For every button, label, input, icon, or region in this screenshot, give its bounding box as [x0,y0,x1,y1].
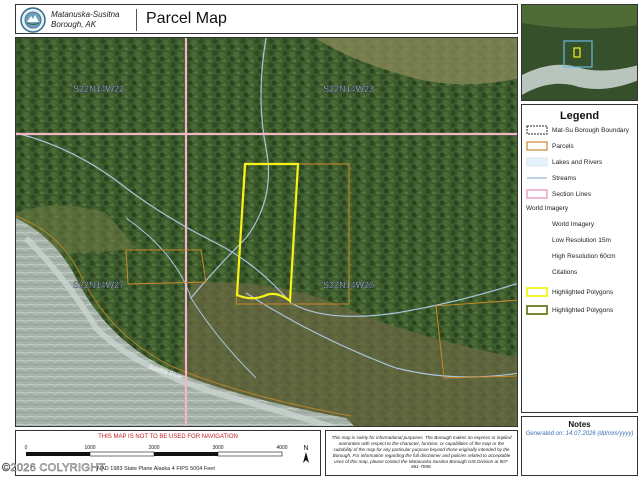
north-arrow-icon [303,452,309,463]
legend-item-citations: Citations [552,269,577,276]
org-name-line2: Borough, AK [51,20,97,29]
section-label-4: S22N14W26 [323,280,374,290]
legend-label: Mat-Su Borough Boundary [552,126,629,134]
borough-seal-icon [20,7,46,33]
scale-tick-0: 0 [25,445,28,451]
section-lines-swatch [526,189,548,199]
legend-panel: Legend Mat-Su Borough Boundary Parcels L… [521,104,638,413]
legend-item-borough-boundary: Mat-Su Borough Boundary [526,125,629,135]
legend-item-parcels: Parcels [526,141,574,151]
legend-item-highlighted-polygons-yellow: Highlighted Polygons [526,287,613,297]
legend-item-highlighted-polygons-olive: Highlighted Polygons [526,305,613,315]
main-map-frame[interactable]: S22N14W22 S22N14W23 S22N14W27 S22N14W26 … [15,37,518,427]
legend-item-world-imagery-group: World Imagery [526,205,568,212]
legend-title: Legend [559,110,600,122]
legend-label: Highlighted Polygons [552,306,614,314]
legend-label: World Imagery [526,205,569,212]
legend-item-world-imagery: World Imagery [552,221,594,228]
org-name-line1: Matanuska-Susitna [51,10,120,19]
borough-boundary-swatch [526,125,548,135]
legend-label: Low Resolution 15m [552,237,611,244]
navigation-warning: THIS MAP IS NOT TO BE USED FOR NAVIGATIO… [98,434,238,440]
disclaimer-text: This map is solely for informational pur… [331,435,512,470]
highlighted-olive-swatch [526,305,548,315]
inset-map[interactable] [521,4,638,101]
legend-label: World Imagery [552,221,595,228]
legend-label: Highlighted Polygons [552,288,614,296]
legend-item-section-lines: Section Lines [526,189,591,199]
legend-label: Citations [552,269,578,276]
section-label-2: S22N14W23 [323,84,374,94]
notes-text: Generated on: 14.07.2026 (dd/mm/yyyy) [525,431,634,437]
parcel-map-page: Matanuska-Susitna Borough, AK Parcel Map [0,0,640,480]
map-title: Parcel Map [146,10,227,27]
notes-title: Notes [568,420,591,429]
legend-item-lakes-rivers: Lakes and Rivers [526,157,602,167]
scale-tick-1000: 1000 [84,445,95,451]
inset-map-canvas [522,5,637,100]
lakes-rivers-swatch [526,157,548,167]
legend-label: Streams [552,174,577,182]
header-divider [136,9,137,31]
scale-tick-3000: 3000 [212,445,223,451]
legend-label: Lakes and Rivers [552,158,603,166]
streams-swatch [527,177,547,179]
highlighted-yellow-swatch [526,287,548,297]
map-header: Matanuska-Susitna Borough, AK Parcel Map [15,4,518,34]
legend-label: Parcels [552,142,574,150]
section-label-3: S22N14W27 [73,280,124,290]
section-label-1: S22N14W22 [73,84,124,94]
legend-item-low-resolution: Low Resolution 15m [552,237,611,244]
map-canvas[interactable]: S22N14W22 S22N14W23 S22N14W27 S22N14W26 … [16,38,518,427]
legend-label: High Resolution 60cm [552,253,616,260]
scale-tick-4000: 4000 [276,445,287,451]
legend-item-streams: Streams [526,173,576,183]
scale-tick-2000: 2000 [148,445,159,451]
notes-panel: Notes Generated on: 14.07.2026 (dd/mm/yy… [521,416,638,476]
parcels-swatch [526,141,548,151]
inset-clearing [522,5,637,29]
north-label: N [303,445,308,452]
copyright-watermark: ©2026 COLYRIGHT [2,462,106,475]
legend-label: Section Lines [552,190,592,198]
legend-item-high-resolution: High Resolution 60cm [552,253,616,260]
disclaimer-panel: This map is solely for informational pur… [325,430,518,476]
